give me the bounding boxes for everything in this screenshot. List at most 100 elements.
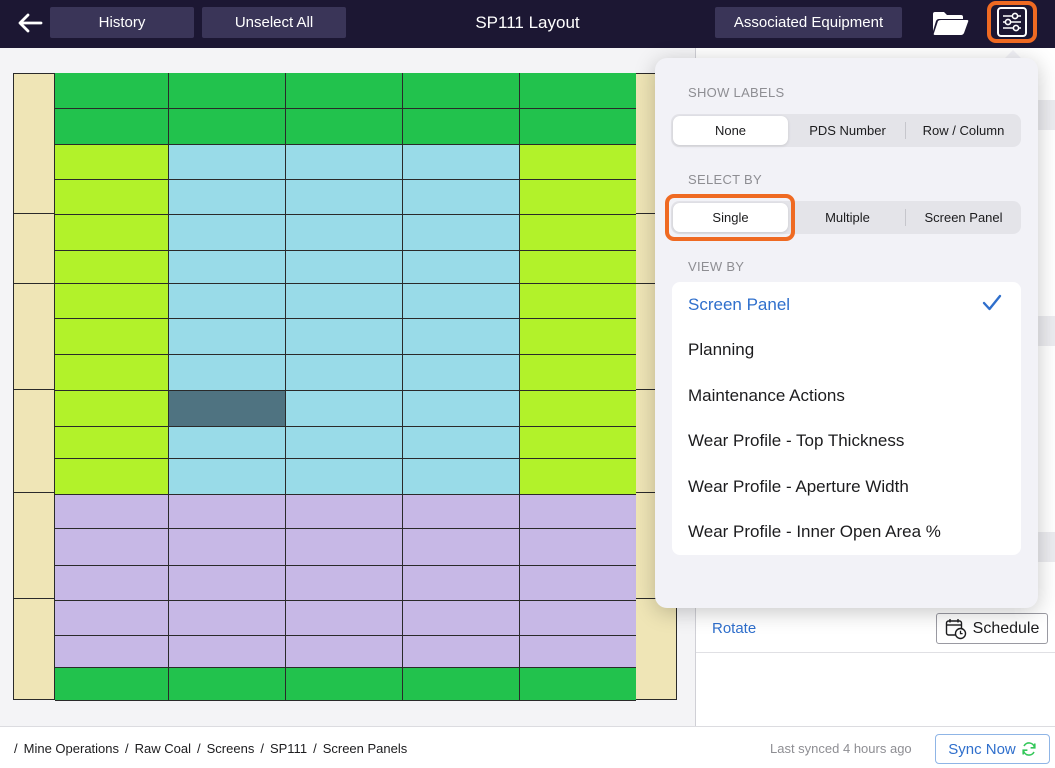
screen-panel-cell[interactable] <box>286 145 403 180</box>
screen-panel-cell[interactable] <box>520 495 636 529</box>
screen-panel-cell[interactable] <box>403 566 520 601</box>
view-by-wear-aperture-width[interactable]: Wear Profile - Aperture Width <box>688 464 1008 509</box>
screen-panel-cell[interactable] <box>286 601 403 636</box>
screen-panel-cell[interactable] <box>403 459 520 495</box>
screen-panel-cell[interactable] <box>169 215 286 251</box>
screen-panel-cell[interactable] <box>520 601 636 636</box>
screen-panel-cell[interactable] <box>55 319 169 355</box>
show-labels-none[interactable]: None <box>673 116 788 145</box>
screen-panel-cell[interactable] <box>169 180 286 215</box>
screen-panel-cell[interactable] <box>55 459 169 495</box>
screen-panel-cell[interactable] <box>286 427 403 459</box>
view-by-wear-top-thickness[interactable]: Wear Profile - Top Thickness <box>688 418 1008 463</box>
screen-panel-cell[interactable] <box>169 355 286 391</box>
show-labels-row-column[interactable]: Row / Column <box>906 116 1021 145</box>
screen-panel-cell[interactable] <box>286 215 403 251</box>
select-by-single[interactable]: Single <box>673 203 788 232</box>
screen-panel-cell[interactable] <box>286 636 403 668</box>
screen-panel-cell[interactable] <box>403 529 520 566</box>
screen-panel-cell[interactable] <box>403 427 520 459</box>
associated-equipment-button[interactable]: Associated Equipment <box>715 7 902 38</box>
screen-panel-cell[interactable] <box>55 529 169 566</box>
breadcrumb-screen-panels[interactable]: Screen Panels <box>323 741 408 756</box>
screen-panel-cell[interactable] <box>55 355 169 391</box>
screen-panel-cell[interactable] <box>520 636 636 668</box>
screen-panel-cell[interactable] <box>286 251 403 284</box>
screen-panel-cell[interactable] <box>55 180 169 215</box>
screen-panel-cell[interactable] <box>286 180 403 215</box>
sync-now-button[interactable]: Sync Now <box>935 734 1050 764</box>
screen-panel-cell[interactable] <box>286 459 403 495</box>
screen-panel-cell[interactable] <box>403 180 520 215</box>
screen-panel-cell[interactable] <box>169 284 286 319</box>
select-by-multiple[interactable]: Multiple <box>790 203 905 232</box>
screen-panel-cell[interactable] <box>286 529 403 566</box>
screen-panel-cell[interactable] <box>55 566 169 601</box>
screen-panel-cell[interactable] <box>520 109 636 145</box>
screen-panel-cell[interactable] <box>286 566 403 601</box>
screen-panel-cell[interactable] <box>55 391 169 427</box>
unselect-all-button[interactable]: Unselect All <box>202 7 346 38</box>
screen-panel-cell[interactable] <box>520 355 636 391</box>
screen-panel-cell[interactable] <box>520 427 636 459</box>
screen-panel-cell[interactable] <box>169 427 286 459</box>
screen-panel-cell-selected[interactable] <box>169 391 286 427</box>
view-by-maintenance-actions[interactable]: Maintenance Actions <box>688 373 1008 418</box>
screen-panel-cell[interactable] <box>520 180 636 215</box>
screen-panel-cell[interactable] <box>520 529 636 566</box>
screen-panel-cell[interactable] <box>403 319 520 355</box>
screen-panel-cell[interactable] <box>169 495 286 529</box>
screen-panel-cell[interactable] <box>286 495 403 529</box>
screen-panel-cell[interactable] <box>403 495 520 529</box>
screen-panel-cell[interactable] <box>169 668 286 701</box>
view-by-planning[interactable]: Planning <box>688 327 1008 372</box>
screen-panel-cell[interactable] <box>286 668 403 701</box>
screen-panel-cell[interactable] <box>520 145 636 180</box>
show-labels-pds-number[interactable]: PDS Number <box>790 116 905 145</box>
screen-panel-cell[interactable] <box>520 566 636 601</box>
screen-panel-cell[interactable] <box>520 251 636 284</box>
screen-panel-cell[interactable] <box>169 251 286 284</box>
screen-panel-cell[interactable] <box>403 668 520 701</box>
screen-panel-cell[interactable] <box>520 284 636 319</box>
screen-panel-cell[interactable] <box>520 319 636 355</box>
screen-panel-cell[interactable] <box>169 601 286 636</box>
select-by-screen-panel[interactable]: Screen Panel <box>906 203 1021 232</box>
view-by-wear-inner-open-area[interactable]: Wear Profile - Inner Open Area % <box>688 509 1008 554</box>
breadcrumb-sp111[interactable]: SP111 <box>270 741 307 756</box>
rotate-link[interactable]: Rotate <box>712 620 756 637</box>
screen-panel-cell[interactable] <box>520 73 636 109</box>
screen-panel-cell[interactable] <box>169 73 286 109</box>
screen-panel-cell[interactable] <box>403 284 520 319</box>
schedule-button[interactable]: Schedule <box>936 613 1048 644</box>
screen-panel-cell[interactable] <box>169 319 286 355</box>
screen-panel-cell[interactable] <box>286 284 403 319</box>
screen-panel-cell[interactable] <box>403 601 520 636</box>
screen-panel-cell[interactable] <box>403 145 520 180</box>
screen-panel-cell[interactable] <box>403 391 520 427</box>
history-button[interactable]: History <box>50 7 194 38</box>
screen-panel-cell[interactable] <box>286 319 403 355</box>
back-button[interactable] <box>14 8 46 38</box>
screen-panel-cell[interactable] <box>55 215 169 251</box>
screen-panel-cell[interactable] <box>403 109 520 145</box>
screen-panel-cell[interactable] <box>55 284 169 319</box>
screen-panel-cell[interactable] <box>403 251 520 284</box>
breadcrumb-raw-coal[interactable]: Raw Coal <box>135 741 191 756</box>
screen-panel-cell[interactable] <box>169 109 286 145</box>
screen-panel-cell[interactable] <box>403 355 520 391</box>
screen-panel-cell[interactable] <box>169 459 286 495</box>
screen-panel-cell[interactable] <box>403 73 520 109</box>
screen-panel-cell[interactable] <box>55 145 169 180</box>
screen-panel-cell[interactable] <box>55 109 169 145</box>
screen-panel-cell[interactable] <box>169 566 286 601</box>
view-by-screen-panel[interactable]: Screen Panel <box>688 282 1008 327</box>
screen-panel-cell[interactable] <box>286 73 403 109</box>
breadcrumb-screens[interactable]: Screens <box>207 741 255 756</box>
screen-panel-cell[interactable] <box>286 355 403 391</box>
screen-panel-cell[interactable] <box>520 668 636 701</box>
screen-panel-cell[interactable] <box>286 391 403 427</box>
screen-panel-cell[interactable] <box>520 459 636 495</box>
screen-panel-cell[interactable] <box>169 529 286 566</box>
screen-panel-cell[interactable] <box>55 668 169 701</box>
